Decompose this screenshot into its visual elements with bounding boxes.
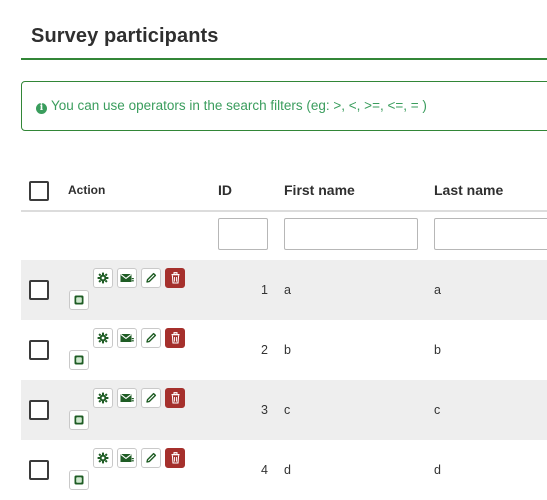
participant-last-name: a xyxy=(434,283,441,297)
participant-id: 4 xyxy=(261,463,268,477)
pencil-icon xyxy=(145,332,157,344)
column-header-first-name[interactable]: First name xyxy=(284,182,355,198)
survey-icon xyxy=(74,415,84,425)
participant-id: 2 xyxy=(261,343,268,357)
delete-participant-button[interactable] xyxy=(165,388,185,408)
gear-icon xyxy=(97,392,109,404)
table-row: 2 b b xyxy=(21,320,547,380)
row-select-checkbox[interactable] xyxy=(29,400,49,420)
info-circle-icon: i xyxy=(36,103,47,114)
info-alert: i You can use operators in the search fil… xyxy=(21,81,547,131)
alert-message: You can use operators in the search filt… xyxy=(51,98,427,113)
gear-icon xyxy=(97,452,109,464)
select-all-checkbox[interactable] xyxy=(29,181,49,201)
table-header: Action ID First name Last name xyxy=(21,168,547,212)
send-invitation-button[interactable] xyxy=(117,328,137,348)
edit-participant-button[interactable] xyxy=(141,268,161,288)
gear-icon xyxy=(97,272,109,284)
participant-first-name: a xyxy=(284,283,291,297)
table-row: 1 a a xyxy=(21,260,547,320)
participant-first-name: c xyxy=(284,403,291,417)
title-divider xyxy=(21,58,547,60)
participant-first-name: d xyxy=(284,463,291,477)
launch-survey-button[interactable] xyxy=(69,350,89,370)
envelope-icon xyxy=(120,453,134,464)
edit-participant-button[interactable] xyxy=(141,388,161,408)
row-select-checkbox[interactable] xyxy=(29,340,49,360)
send-invitation-button[interactable] xyxy=(117,388,137,408)
page-title: Survey participants xyxy=(31,25,219,47)
edit-participant-button[interactable] xyxy=(141,448,161,468)
pencil-icon xyxy=(145,272,157,284)
participant-last-name: b xyxy=(434,343,441,357)
send-invitation-button[interactable] xyxy=(117,448,137,468)
first-name-filter-input[interactable] xyxy=(284,218,418,250)
token-attributes-button[interactable] xyxy=(93,388,113,408)
edit-participant-button[interactable] xyxy=(141,328,161,348)
token-attributes-button[interactable] xyxy=(93,328,113,348)
trash-icon xyxy=(170,392,181,404)
pencil-icon xyxy=(145,392,157,404)
pencil-icon xyxy=(145,452,157,464)
column-header-action: Action xyxy=(68,183,106,197)
column-header-id[interactable]: ID xyxy=(218,182,232,198)
send-invitation-button[interactable] xyxy=(117,268,137,288)
envelope-icon xyxy=(120,273,134,284)
participant-first-name: b xyxy=(284,343,291,357)
survey-icon xyxy=(74,475,84,485)
column-header-last-name[interactable]: Last name xyxy=(434,182,503,198)
delete-participant-button[interactable] xyxy=(165,328,185,348)
launch-survey-button[interactable] xyxy=(69,290,89,310)
row-select-checkbox[interactable] xyxy=(29,460,49,480)
token-attributes-button[interactable] xyxy=(93,448,113,468)
envelope-icon xyxy=(120,333,134,344)
launch-survey-button[interactable] xyxy=(69,470,89,490)
participant-last-name: c xyxy=(434,403,441,417)
gear-icon xyxy=(97,332,109,344)
delete-participant-button[interactable] xyxy=(165,448,185,468)
delete-participant-button[interactable] xyxy=(165,268,185,288)
trash-icon xyxy=(170,452,181,464)
trash-icon xyxy=(170,272,181,284)
launch-survey-button[interactable] xyxy=(69,410,89,430)
id-filter-input[interactable] xyxy=(218,218,268,250)
participant-last-name: d xyxy=(434,463,441,477)
survey-icon xyxy=(74,355,84,365)
token-attributes-button[interactable] xyxy=(93,268,113,288)
participant-id: 1 xyxy=(261,283,268,297)
last-name-filter-input[interactable] xyxy=(434,218,547,250)
table-row: 3 c c xyxy=(21,380,547,440)
survey-icon xyxy=(74,295,84,305)
participant-id: 3 xyxy=(261,403,268,417)
envelope-icon xyxy=(120,393,134,404)
row-select-checkbox[interactable] xyxy=(29,280,49,300)
trash-icon xyxy=(170,332,181,344)
table-row: 4 d d xyxy=(21,440,547,500)
